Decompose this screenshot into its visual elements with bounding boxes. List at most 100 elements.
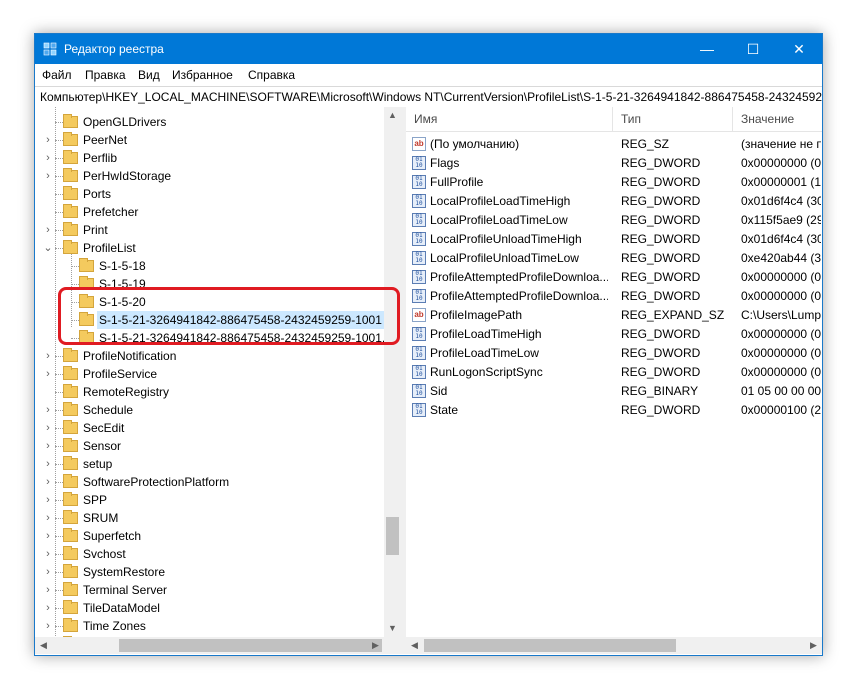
- tree-item[interactable]: › Perflib: [35, 149, 384, 167]
- column-separator[interactable]: [612, 107, 613, 131]
- column-name-header[interactable]: Имя: [414, 112, 437, 126]
- expand-chevron-icon[interactable]: [59, 257, 69, 275]
- expand-chevron-icon[interactable]: ›: [43, 149, 53, 167]
- tree-vertical-scrollbar[interactable]: ▲ ▼: [384, 107, 401, 637]
- tree-item[interactable]: › SystemRestore: [35, 563, 384, 581]
- expand-chevron-icon[interactable]: [43, 383, 53, 401]
- tree-item-label[interactable]: Schedule: [81, 401, 135, 419]
- scroll-right-arrow-icon[interactable]: ▶: [367, 637, 384, 654]
- tree-item-label[interactable]: Terminal Server: [81, 581, 169, 599]
- menu-view[interactable]: Вид: [138, 68, 160, 82]
- close-button[interactable]: ✕: [776, 34, 822, 64]
- expand-chevron-icon[interactable]: [43, 185, 53, 203]
- tree-item-label[interactable]: TileDataModel: [81, 599, 162, 617]
- tree-vscroll-thumb[interactable]: [386, 517, 399, 555]
- values-horizontal-scrollbar[interactable]: ◀ ▶: [406, 637, 822, 654]
- value-row[interactable]: 01 10 ProfileAttemptedProfileDownloa... REG…: [406, 268, 822, 287]
- tree-item[interactable]: RemoteRegistry: [35, 383, 384, 401]
- expand-chevron-icon[interactable]: ›: [43, 491, 53, 509]
- tree-item-label[interactable]: Print: [81, 221, 110, 239]
- tree-item-label[interactable]: Time Zones: [81, 617, 148, 635]
- menu-file[interactable]: Файл: [42, 68, 72, 82]
- expand-chevron-icon[interactable]: ›: [43, 545, 53, 563]
- tree-item-label[interactable]: SPP: [81, 491, 109, 509]
- tree-item-label[interactable]: setup: [81, 455, 114, 473]
- value-row[interactable]: 0110 Sid REG_BINARY 01 05 00 00 00 0: [406, 382, 822, 401]
- value-row[interactable]: 01 10 ProfileAttemptedProfileDownloa... REG…: [406, 287, 822, 306]
- tree-item-label[interactable]: Prefetcher: [81, 203, 140, 221]
- value-row[interactable]: 01 10 LocalProfileLoadTimeLow REG_DWORD 0x11…: [406, 211, 822, 230]
- tree-item-label[interactable]: ProfileList: [81, 239, 138, 257]
- expand-chevron-icon[interactable]: ›: [43, 401, 53, 419]
- title-bar[interactable]: Редактор реестра — ☐ ✕: [35, 34, 822, 64]
- value-row[interactable]: 01 10 LocalProfileUnloadTimeLow REG_DWORD 0x…: [406, 249, 822, 268]
- expand-chevron-icon[interactable]: [43, 203, 53, 221]
- value-row[interactable]: 01 10 FullProfile REG_DWORD 0x00000001 (1): [406, 173, 822, 192]
- column-separator[interactable]: [732, 107, 733, 131]
- value-row[interactable]: 01 10 LocalProfileLoadTimeHigh REG_DWORD 0x0…: [406, 192, 822, 211]
- tree-item-label[interactable]: OpenGLDrivers: [81, 113, 168, 131]
- values-hscroll-thumb[interactable]: [424, 639, 676, 652]
- tree-item-label[interactable]: PerHwIdStorage: [81, 167, 173, 185]
- scroll-left-arrow-icon[interactable]: ◀: [35, 637, 52, 654]
- tree-item-label[interactable]: ProfileNotification: [81, 347, 178, 365]
- tree-item[interactable]: › setup: [35, 455, 384, 473]
- maximize-button[interactable]: ☐: [730, 34, 776, 64]
- tree-item[interactable]: › Sensor: [35, 437, 384, 455]
- address-path[interactable]: Компьютер\HKEY_LOCAL_MACHINE\SOFTWARE\Mi…: [40, 90, 822, 104]
- tree-item-label[interactable]: Svchost: [81, 545, 128, 563]
- expand-chevron-icon[interactable]: ›: [43, 419, 53, 437]
- value-row[interactable]: 01 10 ProfileLoadTimeHigh REG_DWORD 0x000000…: [406, 325, 822, 344]
- tree-item[interactable]: OpenGLDrivers: [35, 113, 384, 131]
- value-row[interactable]: 01 10 RunLogonScriptSync REG_DWORD 0x0000000…: [406, 363, 822, 382]
- tree-item[interactable]: › ProfileNotification: [35, 347, 384, 365]
- tree-item[interactable]: › Print: [35, 221, 384, 239]
- tree-item-label[interactable]: SRUM: [81, 509, 120, 527]
- tree-item-label[interactable]: PeerNet: [81, 131, 129, 149]
- tree-item[interactable]: › SPP: [35, 491, 384, 509]
- expand-chevron-icon[interactable]: ›: [43, 599, 53, 617]
- expand-chevron-icon[interactable]: ›: [43, 563, 53, 581]
- tree-item[interactable]: › PeerNet: [35, 131, 384, 149]
- scroll-right-arrow-icon[interactable]: ▶: [805, 637, 822, 654]
- address-bar[interactable]: Компьютер\HKEY_LOCAL_MACHINE\SOFTWARE\Mi…: [35, 86, 822, 108]
- tree-item[interactable]: › Time Zones: [35, 617, 384, 635]
- tree-item[interactable]: › SoftwareProtectionPlatform: [35, 473, 384, 491]
- value-row[interactable]: ab ProfileImagePath REG_EXPAND_SZ C:\Users\…: [406, 306, 822, 325]
- expand-chevron-icon[interactable]: ›: [43, 131, 53, 149]
- expand-chevron-icon[interactable]: ›: [43, 617, 53, 635]
- expand-chevron-icon[interactable]: ›: [43, 581, 53, 599]
- tree-item[interactable]: › SRUM: [35, 509, 384, 527]
- expand-chevron-icon[interactable]: ›: [43, 437, 53, 455]
- expand-chevron-icon[interactable]: ›: [43, 473, 53, 491]
- tree-item-label[interactable]: Perflib: [81, 149, 119, 167]
- value-row[interactable]: ab (По умолчанию) REG_SZ (значение не п: [406, 135, 822, 154]
- tree-item[interactable]: › SecEdit: [35, 419, 384, 437]
- tree-hscroll-thumb[interactable]: [119, 639, 382, 652]
- tree-item-label[interactable]: Sensor: [81, 437, 123, 455]
- tree-item[interactable]: › ProfileService: [35, 365, 384, 383]
- expand-chevron-icon[interactable]: ›: [43, 509, 53, 527]
- expand-chevron-icon[interactable]: [43, 113, 53, 131]
- value-row[interactable]: 01 10 ProfileLoadTimeLow REG_DWORD 0x0000000…: [406, 344, 822, 363]
- tree-item-label[interactable]: ProfileService: [81, 365, 159, 383]
- tree-item[interactable]: › Schedule: [35, 401, 384, 419]
- tree-item[interactable]: › Superfetch: [35, 527, 384, 545]
- value-row[interactable]: 01 10 Flags REG_DWORD 0x00000000 (0): [406, 154, 822, 173]
- expand-chevron-icon[interactable]: ›: [43, 527, 53, 545]
- scroll-down-arrow-icon[interactable]: ▼: [384, 620, 401, 637]
- tree-item[interactable]: › TileDataModel: [35, 599, 384, 617]
- value-row[interactable]: 01 10 LocalProfileUnloadTimeHigh REG_DWORD 0…: [406, 230, 822, 249]
- expand-chevron-icon[interactable]: ›: [43, 455, 53, 473]
- tree-item[interactable]: › Terminal Server: [35, 581, 384, 599]
- minimize-button[interactable]: —: [684, 34, 730, 64]
- menu-edit[interactable]: Правка: [85, 68, 126, 82]
- column-type-header[interactable]: Тип: [621, 112, 641, 126]
- tree-item-label[interactable]: RemoteRegistry: [81, 383, 171, 401]
- menu-help[interactable]: Справка: [248, 68, 295, 82]
- tree-item-label[interactable]: SystemRestore: [81, 563, 167, 581]
- tree-item[interactable]: Ports: [35, 185, 384, 203]
- value-row[interactable]: 01 10 State REG_DWORD 0x00000100 (25: [406, 401, 822, 420]
- scroll-left-arrow-icon[interactable]: ◀: [406, 637, 423, 654]
- column-data-header[interactable]: Значение: [741, 112, 794, 126]
